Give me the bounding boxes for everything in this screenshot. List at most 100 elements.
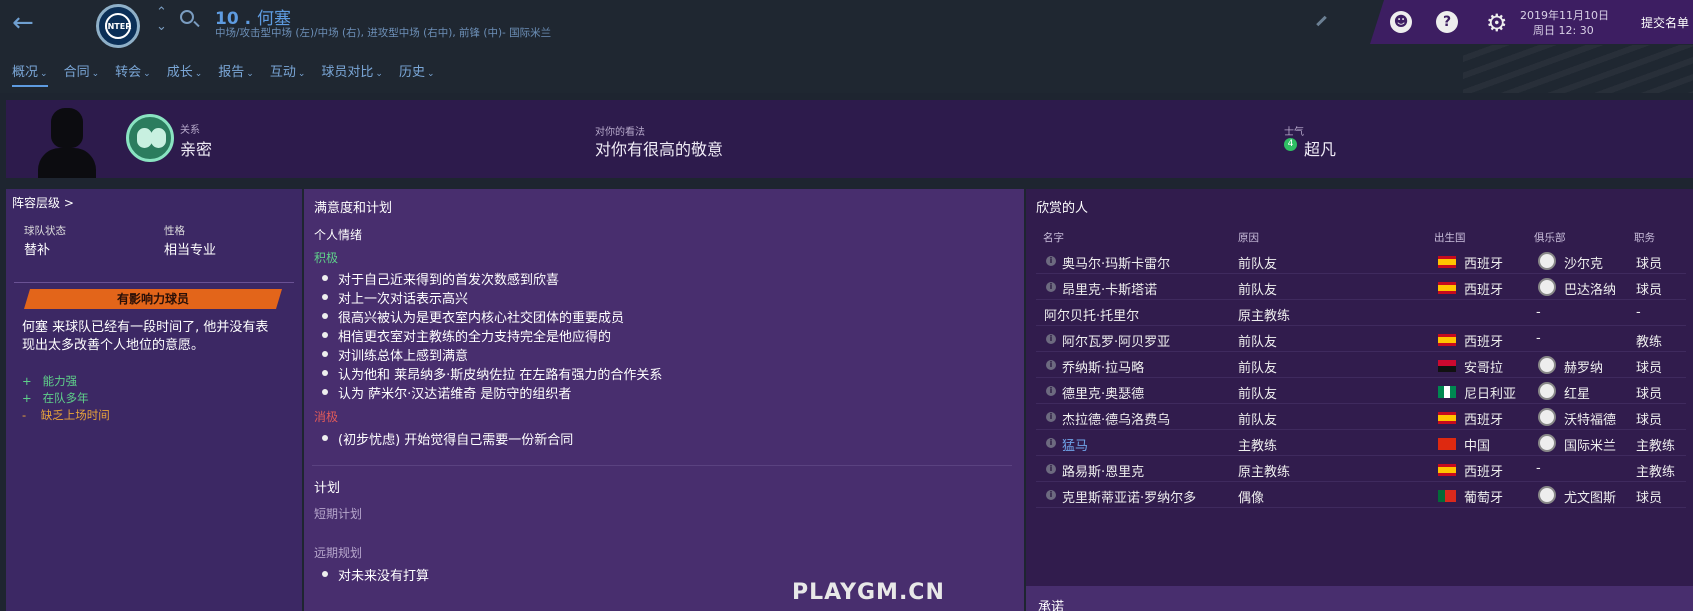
player-header xyxy=(6,100,1693,178)
club[interactable]: 沃特福德 xyxy=(1564,409,1616,428)
club[interactable]: 赫罗纳 xyxy=(1564,357,1603,376)
table-row[interactable]: i 奥马尔·玛斯卡雷尔 前队友 西班牙 沙尔克 球员 xyxy=(1036,248,1686,274)
tab-reports[interactable]: 报告 ⌄ xyxy=(218,61,254,87)
back-arrow-icon[interactable]: ← xyxy=(12,8,34,38)
reason: 主教练 xyxy=(1238,439,1278,454)
person-name: 奥马尔·玛斯卡雷尔 xyxy=(1062,257,1171,272)
col-club-header[interactable]: 俱乐部 xyxy=(1534,230,1566,245)
table-row[interactable]: i 乔纳斯·拉马略 前队友 安哥拉 赫罗纳 球员 xyxy=(1036,352,1686,378)
tab-history[interactable]: 历史 ⌄ xyxy=(399,61,435,87)
nation: 西班牙 xyxy=(1464,413,1504,428)
col-nation-header[interactable]: 出生国 xyxy=(1434,230,1466,245)
bullet-icon xyxy=(322,332,328,338)
club-badge-icon xyxy=(1538,356,1556,374)
relationship-icon xyxy=(126,114,174,162)
club-badge-icon xyxy=(1538,278,1556,296)
role: 球员 xyxy=(1636,283,1663,298)
bullet-icon xyxy=(322,313,328,319)
personality-label: 性格 xyxy=(164,225,185,237)
col-name-header[interactable]: 名字 xyxy=(1043,230,1064,245)
status-label: 球队状态 xyxy=(24,225,66,237)
club[interactable]: 尤文图斯 xyxy=(1564,487,1616,506)
table-row[interactable]: i 克里斯蒂亚诺·罗纳尔多 偶像 葡萄牙 尤文图斯 球员 xyxy=(1036,482,1686,508)
reason: 前队友 xyxy=(1238,387,1278,402)
info-icon[interactable]: i xyxy=(1046,412,1056,422)
flag-icon xyxy=(1438,360,1456,372)
tab-bar: 概况 ⌄ 合同 ⌄ 转会 ⌄ 成长 ⌄ 报告 ⌄ 互动 ⌄ 球员对比 ⌄ 历史 ⌄ xyxy=(12,61,451,87)
nation: 西班牙 xyxy=(1464,283,1504,298)
info-icon[interactable]: i xyxy=(1046,490,1056,500)
table-row[interactable]: 阿尔贝托·托里尔 原主教练 - - xyxy=(1036,300,1686,326)
positive-item: 认为 萨米尔·汉达诺维奇 是防守的组织者 xyxy=(338,387,572,402)
club[interactable]: 红星 xyxy=(1564,383,1590,402)
table-row[interactable]: i 路易斯·恩里克 原主教练 西班牙 - 主教练 xyxy=(1036,456,1686,482)
help-icon[interactable]: ? xyxy=(1436,11,1458,33)
player-avatar xyxy=(38,108,96,178)
submit-team-button[interactable]: 提交名单 xyxy=(1641,14,1689,31)
table-row[interactable]: i 猛马 主教练 中国 国际米兰 主教练 xyxy=(1036,430,1686,456)
mood-title: 个人情绪 xyxy=(314,228,363,242)
table-row[interactable]: i 昂里克·卡斯塔诺 前队友 西班牙 巴达洛纳 球员 xyxy=(1036,274,1686,300)
club: - xyxy=(1536,305,1541,320)
role: 主教练 xyxy=(1636,465,1676,480)
club-badge-icon xyxy=(1538,252,1556,270)
reason: 前队友 xyxy=(1238,335,1278,350)
flag-icon xyxy=(1438,256,1456,268)
bullet-icon xyxy=(322,571,328,577)
role: 球员 xyxy=(1636,387,1663,402)
status-description-1: 何塞 来球队已经有一段时间了, 他并没有表 xyxy=(22,320,269,335)
flag-icon xyxy=(1438,464,1456,476)
skull-icon[interactable]: ☻ xyxy=(1390,11,1412,33)
club[interactable]: 国际米兰 xyxy=(1564,435,1616,454)
info-icon[interactable]: i xyxy=(1046,438,1056,448)
positive-item: 认为他和 莱昂纳多·斯皮纳佐拉 在左路有强力的合作关系 xyxy=(338,368,663,383)
tab-interaction[interactable]: 互动 ⌄ xyxy=(270,61,306,87)
info-icon[interactable]: i xyxy=(1046,386,1056,396)
divider xyxy=(14,282,294,283)
gear-icon[interactable]: ⚙ xyxy=(1486,9,1508,37)
negative-item: (初步忧虑) 开始觉得自己需要一份新合同 xyxy=(338,433,574,448)
bullet-icon xyxy=(322,435,328,441)
prev-next-player-icon[interactable]: ⌃ ⌄ xyxy=(156,6,167,34)
info-icon[interactable]: i xyxy=(1046,282,1056,292)
club-badge-icon xyxy=(1538,434,1556,452)
person-name: 杰拉德·德乌洛费乌 xyxy=(1062,413,1171,428)
role: - xyxy=(1636,305,1641,320)
squad-hierarchy-link[interactable]: 阵容层级 > xyxy=(12,194,74,211)
promises-title: 承诺 xyxy=(1038,600,1065,611)
nation: 葡萄牙 xyxy=(1464,491,1504,506)
tab-transfer[interactable]: 转会 ⌄ xyxy=(115,61,151,87)
nation: 西班牙 xyxy=(1464,257,1504,272)
tab-overview[interactable]: 概况 ⌄ xyxy=(12,61,48,87)
role: 球员 xyxy=(1636,491,1663,506)
status-description-2: 现出太多改善个人地位的意愿。 xyxy=(22,338,205,353)
current-time: 周日 12: 30 xyxy=(1533,24,1594,37)
satisfaction-title: 满意度和计划 xyxy=(314,201,393,216)
tab-contract[interactable]: 合同 ⌄ xyxy=(64,61,100,87)
col-role-header[interactable]: 职务 xyxy=(1634,230,1655,245)
reason: 前队友 xyxy=(1238,361,1278,376)
info-icon[interactable]: i xyxy=(1046,360,1056,370)
table-row[interactable]: i 杰拉德·德乌洛费乌 前队友 西班牙 沃特福德 球员 xyxy=(1036,404,1686,430)
club[interactable]: 巴达洛纳 xyxy=(1564,279,1616,298)
reason: 偶像 xyxy=(1238,491,1265,506)
table-row[interactable]: i 德里克·奥瑟德 前队友 尼日利亚 红星 球员 xyxy=(1036,378,1686,404)
positive-item: 对于自己近来得到的首发次数感到欣喜 xyxy=(338,273,560,288)
factor-item: - 缺乏上场时间 xyxy=(22,408,110,422)
info-icon[interactable]: i xyxy=(1046,256,1056,266)
info-icon[interactable]: i xyxy=(1046,334,1056,344)
search-icon[interactable] xyxy=(180,10,194,24)
table-row[interactable]: i 阿尔瓦罗·阿贝罗亚 前队友 西班牙 - 教练 xyxy=(1036,326,1686,352)
role: 主教练 xyxy=(1636,439,1676,454)
role: 球员 xyxy=(1636,257,1663,272)
person-name[interactable]: 猛马 xyxy=(1062,435,1088,454)
club[interactable]: 沙尔克 xyxy=(1564,253,1603,272)
promises-panel xyxy=(1026,586,1693,611)
info-icon[interactable]: i xyxy=(1046,464,1056,474)
status-value: 替补 xyxy=(24,243,51,258)
bullet-icon xyxy=(322,294,328,300)
col-reason-header[interactable]: 原因 xyxy=(1238,230,1259,245)
tab-compare[interactable]: 球员对比 ⌄ xyxy=(321,61,383,87)
tab-development[interactable]: 成长 ⌄ xyxy=(167,61,203,87)
flag-icon xyxy=(1438,334,1456,346)
